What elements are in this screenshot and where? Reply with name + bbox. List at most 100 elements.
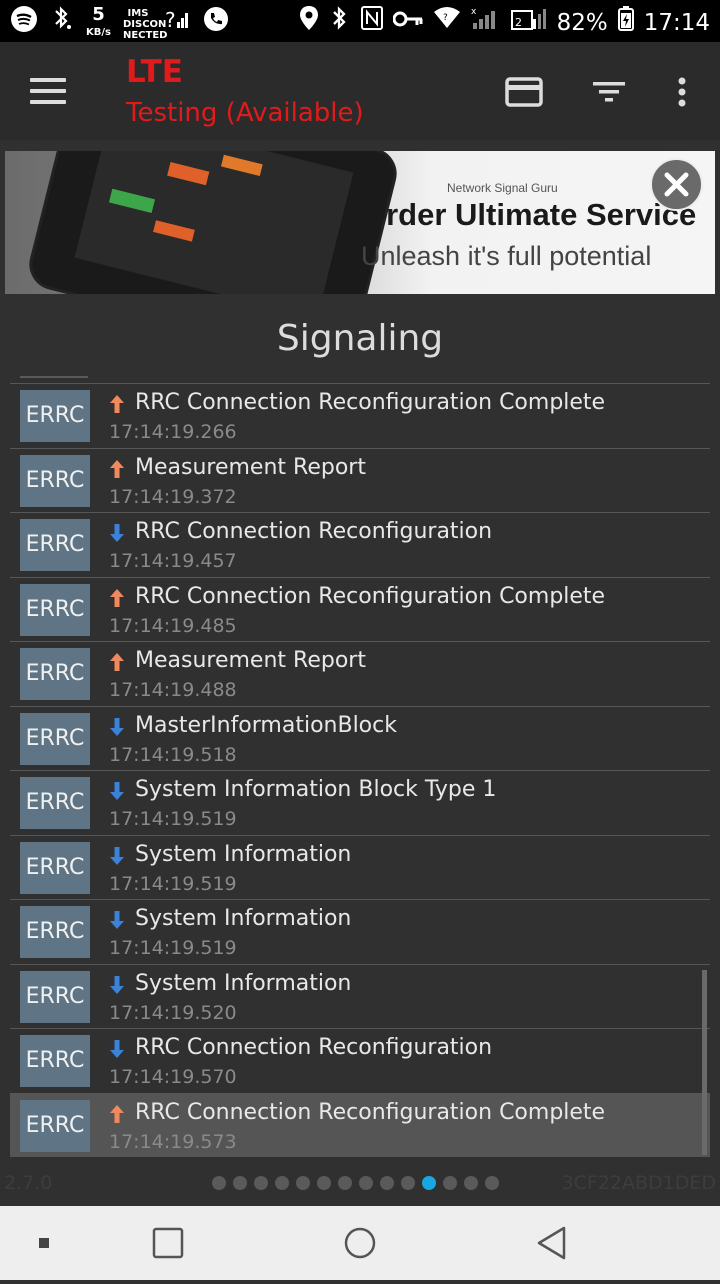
page-dot[interactable] bbox=[254, 1176, 268, 1190]
message-name: RRC Connection Reconfiguration Complete bbox=[135, 390, 606, 415]
close-banner-button[interactable] bbox=[650, 158, 703, 211]
clock: 17:14 bbox=[643, 10, 710, 36]
list-item[interactable]: ERRC Measurement Report 17:14:19.372 bbox=[10, 447, 710, 513]
arrow-down-icon bbox=[109, 781, 125, 801]
page-dot[interactable] bbox=[464, 1176, 478, 1190]
message-name: System Information bbox=[135, 841, 352, 867]
version-label: 2.7.0 bbox=[4, 1172, 53, 1194]
protocol-badge: ERRC bbox=[20, 454, 90, 507]
page-dot[interactable] bbox=[275, 1176, 289, 1190]
message-name: System Information bbox=[135, 906, 352, 931]
message-name: System Information Block Type 1 bbox=[135, 777, 497, 802]
spotify-icon bbox=[10, 5, 38, 43]
navigation-bar bbox=[0, 1206, 720, 1280]
protocol-badge: ERRC bbox=[20, 777, 90, 829]
arrow-down-icon bbox=[109, 975, 125, 995]
location-icon bbox=[299, 5, 319, 41]
arrow-up-icon bbox=[109, 459, 125, 479]
menu-icon[interactable] bbox=[30, 78, 66, 104]
arrow-down-icon bbox=[109, 717, 125, 737]
battery-charging-icon bbox=[617, 5, 634, 41]
page-dot[interactable] bbox=[338, 1176, 352, 1190]
message-timestamp: 17:14:19.372 bbox=[109, 485, 237, 508]
list-item[interactable]: ERRC RRC Connection Reconfiguration Compl… bbox=[10, 576, 710, 642]
recents-button[interactable] bbox=[128, 1206, 208, 1280]
protocol-badge: ERRC bbox=[20, 906, 90, 958]
message-name: Measurement Report bbox=[135, 648, 366, 673]
notification-dot-button[interactable] bbox=[4, 1206, 84, 1280]
protocol-badge: ERRC bbox=[20, 648, 90, 700]
more-options-icon[interactable] bbox=[662, 72, 702, 112]
list-item[interactable]: ERRC MasterInformationBlock 17:14:19.518 bbox=[10, 705, 710, 771]
page-dot[interactable] bbox=[296, 1176, 310, 1190]
list-item[interactable]: ERRC RRC Connection Reconfiguration 17:14:… bbox=[10, 1028, 710, 1093]
ims-status: IMS DISCON NECTED bbox=[122, 7, 168, 41]
message-timestamp: 17:14:19.519 bbox=[109, 937, 237, 959]
page-dot[interactable] bbox=[233, 1176, 247, 1190]
message-name: RRC Connection Reconfiguration bbox=[135, 1035, 493, 1060]
message-name: Measurement Report bbox=[135, 454, 366, 480]
page-dot[interactable] bbox=[317, 1176, 331, 1190]
nfc-icon bbox=[360, 6, 383, 40]
protocol-badge: ERRC bbox=[20, 390, 90, 442]
network-speed: 5 KB/s bbox=[86, 4, 111, 39]
page-dot[interactable] bbox=[401, 1176, 415, 1190]
message-timestamp: 17:14:19.520 bbox=[109, 1001, 237, 1024]
list-item[interactable]: ERRC RRC Connection Reconfiguration 17:14:… bbox=[10, 512, 710, 577]
arrow-down-icon bbox=[109, 1039, 125, 1059]
protocol-badge: ERRC bbox=[20, 519, 90, 571]
filter-icon[interactable] bbox=[590, 72, 630, 112]
page-dot[interactable] bbox=[212, 1176, 226, 1190]
list-item[interactable]: ERRC System Information 17:14:19.519 bbox=[10, 899, 710, 964]
protocol-badge: ERRC bbox=[20, 970, 90, 1023]
signal-bars-2-icon: 2 bbox=[510, 5, 547, 41]
list-item[interactable]: ERRC System Information Block Type 1 17:14… bbox=[10, 770, 710, 835]
close-icon bbox=[664, 172, 689, 197]
message-timestamp: 17:14:19.519 bbox=[109, 808, 237, 830]
message-timestamp: 17:14:19.488 bbox=[109, 679, 237, 701]
svg-text:2: 2 bbox=[515, 16, 522, 29]
back-button[interactable] bbox=[512, 1206, 592, 1280]
message-timestamp: 17:14:19.457 bbox=[109, 550, 237, 572]
scrollbar[interactable] bbox=[702, 970, 707, 1155]
arrow-up-icon bbox=[109, 1104, 125, 1124]
arrow-down-icon bbox=[109, 523, 125, 543]
message-timestamp: 17:14:19.266 bbox=[109, 421, 237, 443]
bluetooth-icon bbox=[329, 5, 351, 41]
arrow-up-icon bbox=[109, 394, 125, 414]
signal-question-icon: ? bbox=[165, 6, 191, 42]
list-item[interactable]: ERRC RRC Connection Reconfiguration Compl… bbox=[10, 383, 710, 448]
svg-text:x: x bbox=[471, 7, 477, 17]
svg-text:?: ? bbox=[165, 8, 176, 32]
message-timestamp: 17:14:19.519 bbox=[109, 872, 237, 895]
status-bar: 5 KB/s IMS DISCON NECTED ? ? x 2 82% 17:… bbox=[0, 0, 720, 42]
list-item[interactable]: ERRC System Information 17:14:19.520 bbox=[10, 963, 710, 1029]
banner-brand: Network Signal Guru bbox=[447, 181, 558, 195]
page-dot[interactable] bbox=[443, 1176, 457, 1190]
list-item[interactable]: ERRC RRC Connection Reconfiguration Compl… bbox=[10, 1092, 710, 1157]
protocol-badge: ERRC bbox=[20, 1035, 90, 1087]
divider bbox=[20, 376, 88, 378]
promo-banner[interactable]: Network Signal Guru Order Ultimate Servi… bbox=[5, 151, 715, 294]
page-dot[interactable] bbox=[359, 1176, 373, 1190]
list-item[interactable]: ERRC System Information 17:14:19.519 bbox=[10, 834, 710, 900]
protocol-badge: ERRC bbox=[20, 583, 90, 636]
message-name: RRC Connection Reconfiguration bbox=[135, 519, 493, 544]
section-title: Signaling bbox=[276, 318, 444, 359]
arrow-up-icon bbox=[109, 588, 125, 608]
signaling-list[interactable]: ERRC RRC Connection Reconfiguration Compl… bbox=[10, 383, 710, 1157]
message-timestamp: 17:14:19.518 bbox=[109, 743, 237, 766]
page-dot[interactable] bbox=[485, 1176, 499, 1190]
vpn-key-icon bbox=[392, 7, 423, 39]
page-dot[interactable] bbox=[422, 1176, 436, 1190]
page-dot[interactable] bbox=[380, 1176, 394, 1190]
message-name: System Information bbox=[135, 970, 352, 996]
arrow-up-icon bbox=[109, 652, 125, 672]
home-button[interactable] bbox=[320, 1206, 400, 1280]
list-item[interactable]: ERRC Measurement Report 17:14:19.488 bbox=[10, 641, 710, 706]
battery-percent: 82% bbox=[556, 10, 608, 36]
arrow-down-icon bbox=[109, 910, 125, 930]
message-timestamp: 17:14:19.570 bbox=[109, 1066, 237, 1088]
card-icon[interactable] bbox=[504, 72, 544, 112]
page-subtitle: Testing (Available) bbox=[126, 98, 364, 128]
